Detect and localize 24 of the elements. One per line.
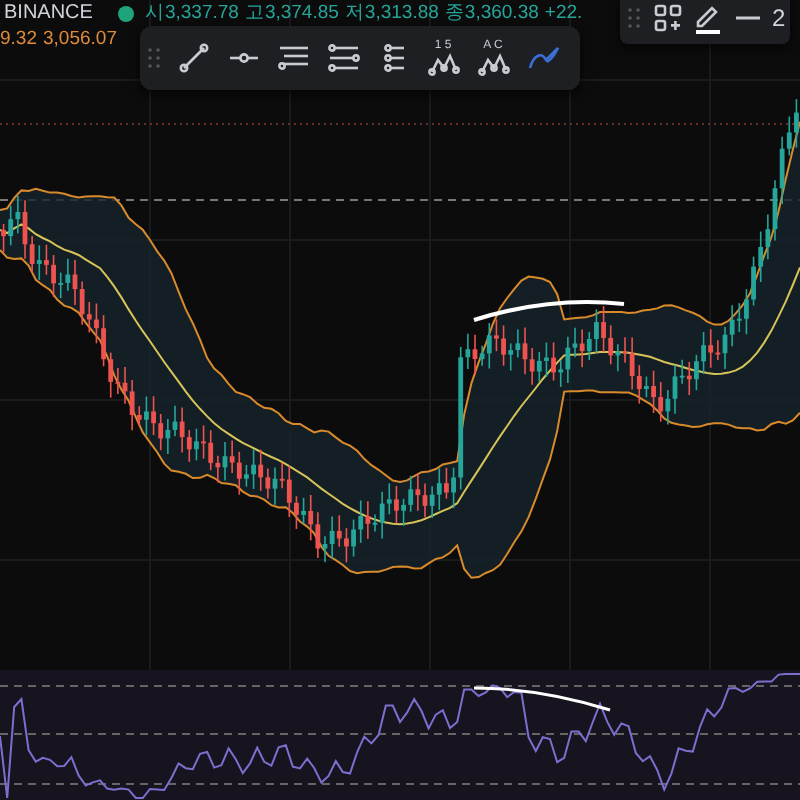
zigzag-pattern-icon [427,52,459,76]
zoom-value: 2 [770,4,788,32]
ohlc-value: +22. [544,2,583,24]
ohlc-value: 저3,313.88 [344,0,439,26]
indicator-value: 9.32 [0,28,37,50]
add-indicator-icon [654,4,682,32]
ohlc-value: 시3,337.78 [144,0,239,26]
zigzag-pattern-icon [477,52,509,76]
ohlc-value: 종3,360.38 [444,0,539,26]
horizontal-line-icon [227,50,259,66]
fibonacci-icon [327,44,359,72]
minus-icon [734,14,762,22]
ohlc-value: 고3,374.85 [244,0,339,26]
parallel-lines-icon [277,44,309,72]
status-dot [118,5,135,21]
drag-handle-icon[interactable] [148,46,160,70]
grid-lines-icon [383,44,403,72]
trend-line-icon [177,42,209,74]
exchange-label: BINANCE [4,2,93,24]
pencil-icon [692,2,724,34]
indicator-value: 3,056.07 [43,28,117,50]
drag-handle-icon[interactable] [628,6,640,30]
trend-line [473,686,611,712]
brush-icon [525,44,561,72]
